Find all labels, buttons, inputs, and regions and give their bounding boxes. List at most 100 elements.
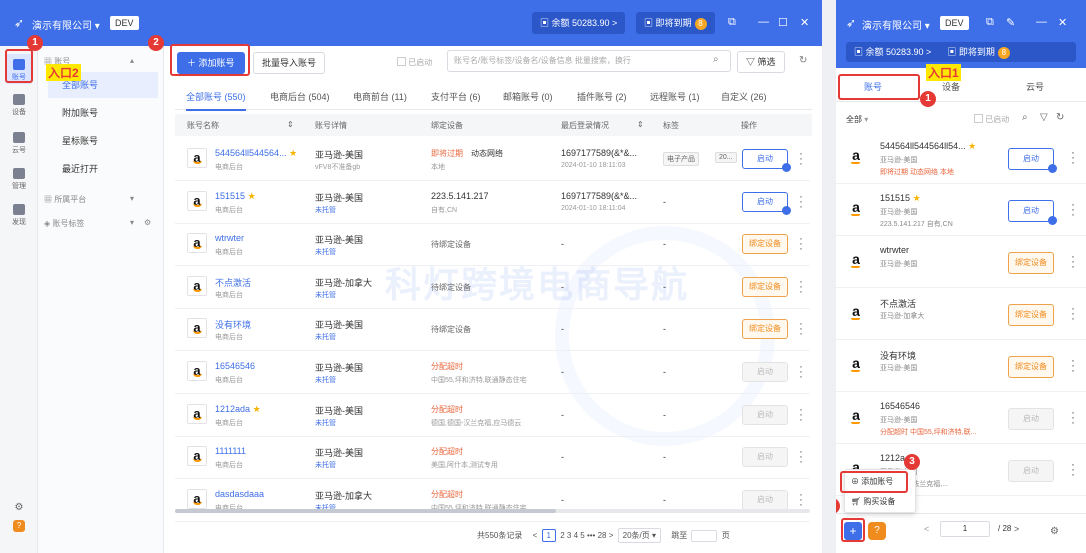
nav-group-platform[interactable]: ▦ 所属平台 ▾ [44, 194, 134, 205]
row-action-button[interactable]: 绑定设备 [742, 234, 788, 255]
more-options-icon[interactable]: · · · [1070, 458, 1076, 480]
table-row[interactable]: a 16546546 电商后台 亚马逊-美国 未托管 分配超时 中国55,坪和济特,联通静态… [175, 351, 810, 394]
table-row[interactable]: adasdasdaaa电商后台亚马逊-加拿大未托管分配超时中国55,坪和济特,联… [175, 479, 810, 522]
row-action-button[interactable]: 绑定设备 [742, 276, 788, 297]
more-options-icon[interactable]: · · · [798, 232, 804, 254]
h-scrollbar[interactable] [175, 509, 810, 513]
row-action-button[interactable]: 启动 [1008, 148, 1057, 173]
row-action-button[interactable]: 启动 [742, 404, 788, 425]
col-login[interactable]: 最后登录情况 [561, 120, 609, 131]
page-next[interactable]: > [609, 531, 614, 540]
account-detail-sub[interactable]: 未托管 [315, 418, 336, 428]
page-prev[interactable]: < [533, 531, 538, 540]
row-action-button[interactable]: 启动 [742, 489, 788, 510]
account-name-link[interactable]: 没有环境 [215, 318, 251, 331]
table-row[interactable]: a 544564ll544564... ★ 电商后台 亚马逊-美国 vFV8不准备gb 即… [175, 138, 810, 181]
more-options-icon[interactable]: · · · [1070, 354, 1076, 376]
balance-pill[interactable]: ▣ 余额 50283.90 > [532, 12, 626, 34]
account-name-link[interactable]: 1212ada ★ [215, 404, 261, 415]
filter-icon[interactable]: ▽ [1040, 112, 1048, 123]
page-input[interactable]: 1 [940, 521, 990, 537]
account-name[interactable]: 16546546 [880, 401, 920, 411]
tab-ecom-back[interactable]: 电商后台 (504) [270, 90, 330, 103]
account-name[interactable]: wtrwter [880, 245, 909, 255]
side-tab-cloud[interactable]: 云号 [1026, 80, 1044, 93]
account-detail-sub[interactable]: 未托管 [315, 460, 336, 470]
account-name[interactable]: 544564ll544564ll54... ★ [880, 141, 976, 152]
tab-plugin[interactable]: 插件账号 (2) [577, 90, 627, 103]
per-page-select[interactable]: 20条/页 ▾ [617, 528, 661, 543]
row-action-button[interactable]: 绑定设备 [1008, 304, 1054, 326]
account-detail-sub[interactable]: 未托管 [315, 332, 336, 342]
side-tab-device[interactable]: 设备 [942, 80, 960, 93]
scroll-thumb[interactable] [175, 509, 556, 513]
more-options-icon[interactable]: · · · [798, 360, 804, 382]
page-prev[interactable]: < [924, 524, 929, 534]
side-started-checkbox[interactable]: 已启动 [974, 114, 1009, 125]
table-row[interactable]: a 不点激活 电商后台 亚马逊-加拿大 未托管 待绑定设备 - - 绑定设备 · · · [175, 266, 810, 309]
side-list-item[interactable]: a 151515 ★ 亚马逊-美国 223.5.141.217 自有,CN 启动 · · · [836, 184, 1086, 236]
rail-item-manage[interactable]: 管理 [5, 168, 33, 191]
search-icon[interactable]: ⌕ [1022, 112, 1028, 123]
row-action-button[interactable]: 启动 [742, 191, 791, 215]
account-detail-sub[interactable]: 未托管 [315, 290, 336, 300]
row-action-button[interactable]: 启动 [742, 362, 788, 382]
search-icon[interactable]: ⌕ [713, 54, 719, 65]
account-name-link[interactable]: 151515 ★ [215, 191, 256, 202]
pin-icon[interactable]: ⧉ [728, 16, 736, 29]
rail-item-device[interactable]: 设备 [5, 94, 33, 117]
nav-item-attached[interactable]: 附加账号 [48, 100, 158, 126]
star-icon[interactable]: ★ [289, 148, 297, 158]
more-options-icon[interactable]: · · · [1070, 302, 1076, 324]
help-icon[interactable]: ? [5, 520, 33, 532]
page-1[interactable]: 1 [541, 529, 556, 542]
nav-group-tag[interactable]: ◈ 账号标签 ▾ ⚙ [44, 218, 151, 229]
rail-item-cloud[interactable]: 云号 [5, 132, 33, 155]
menu-item-buy-device[interactable]: 🛒︎ 购买设备 [851, 496, 895, 507]
col-name[interactable]: 账号名称 [187, 120, 219, 131]
more-options-icon[interactable]: · · · [798, 147, 804, 169]
sort-icon[interactable]: ⇕ [637, 120, 644, 129]
maximize-icon[interactable]: ☐ [778, 16, 788, 29]
more-options-icon[interactable]: · · · [798, 488, 804, 510]
rail-item-discover[interactable]: 发现 [5, 204, 33, 227]
side-filter-all[interactable]: 全部 ▾ [846, 114, 868, 125]
account-name-link[interactable]: 544564ll544564... ★ [215, 148, 297, 159]
more-options-icon[interactable]: · · · [798, 445, 804, 467]
row-action-button[interactable]: 启动 [1008, 200, 1057, 225]
jump-input[interactable] [691, 529, 718, 542]
account-name[interactable]: 不点激活 [880, 297, 916, 310]
more-options-icon[interactable]: · · · [1070, 146, 1076, 168]
star-icon[interactable]: ★ [248, 191, 256, 201]
account-detail-sub[interactable]: 未托管 [315, 247, 336, 257]
side-list-item[interactable]: a 16546546 亚马逊-美国 分配超时 中国55,坪和济特,联... 启动 · · · [836, 392, 1086, 444]
page-4[interactable]: 4 [574, 531, 578, 540]
started-checkbox[interactable]: 已启动 [397, 57, 432, 68]
account-name[interactable]: 151515 ★ [880, 193, 921, 204]
tab-payment[interactable]: 支付平台 (6) [431, 90, 481, 103]
table-row[interactable]: a 1111111 电商后台 亚马逊-美国 未托管 分配超时 美国,阿什本,测试专用 - - 启动… [175, 436, 810, 480]
more-options-icon[interactable]: · · · [798, 317, 804, 339]
side-list-item[interactable]: a 没有环境 亚马逊-美国 绑定设备 · · · [836, 340, 1086, 392]
account-name-link[interactable]: 16546546 [215, 361, 255, 371]
close-icon[interactable]: ✕ [800, 16, 809, 29]
tab-custom[interactable]: 自定义 (26) [721, 90, 767, 103]
close-icon[interactable]: ✕ [1058, 16, 1067, 29]
row-action-button[interactable]: 启动 [1008, 460, 1054, 482]
nav-item-recent[interactable]: 最近打开 [48, 156, 158, 182]
account-name-link[interactable]: 1111111 [215, 446, 246, 456]
balance-bar[interactable]: ▣ 余额 50283.90 > ▣ 即将到期 8 [846, 42, 1076, 62]
table-row[interactable]: a 1212ada ★ 电商后台 亚马逊-美国 未托管 分配超时 德国,德国-汉兰克福,应马… [175, 394, 810, 437]
pushpin-icon[interactable]: ✎ [1006, 16, 1015, 29]
settings-icon[interactable]: ⚙ [1050, 526, 1059, 537]
settings-icon[interactable]: ⚙ [5, 502, 33, 513]
tab-all[interactable]: 全部账号 (550) [186, 90, 246, 111]
company-switcher[interactable]: 演示有限公司 ▾ [862, 17, 930, 32]
table-row[interactable]: a 151515 ★ 电商后台 亚马逊-美国 未托管 223.5.141.217 自有,CN… [175, 181, 810, 224]
gear-icon[interactable]: ⚙ [144, 218, 151, 227]
more-options-icon[interactable]: · · · [798, 275, 804, 297]
account-detail-sub[interactable]: 未托管 [315, 375, 336, 385]
account-name-link[interactable]: wtrwter [215, 233, 244, 243]
company-switcher[interactable]: 演示有限公司 ▾ [32, 17, 100, 32]
star-icon[interactable]: ★ [913, 193, 921, 203]
